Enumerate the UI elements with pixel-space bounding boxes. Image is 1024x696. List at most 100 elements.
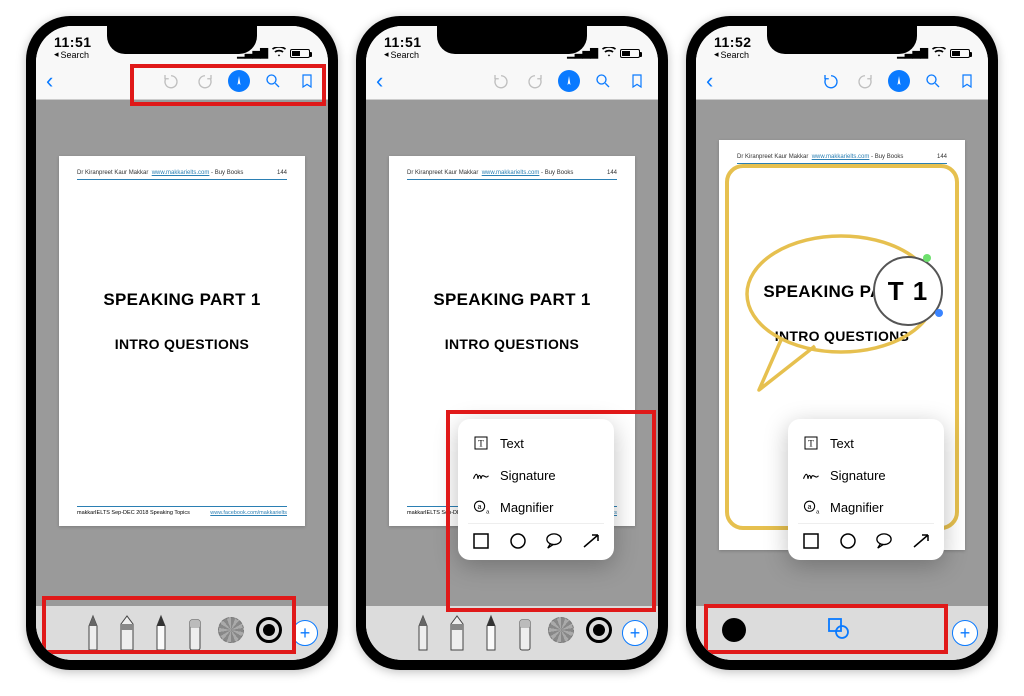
chevron-left-icon: ◂ [54, 49, 59, 60]
redo-icon[interactable] [854, 70, 876, 92]
pencil-tool[interactable] [150, 614, 172, 654]
battery-icon [950, 49, 970, 58]
chevron-left-icon: ◂ [714, 49, 719, 60]
marker-tool[interactable] [446, 614, 468, 654]
undo-icon[interactable] [820, 70, 842, 92]
lasso-tool[interactable] [548, 617, 574, 643]
signature-icon [472, 466, 490, 484]
svg-text:a: a [816, 510, 820, 515]
signature-icon [802, 466, 820, 484]
wifi-icon [932, 47, 946, 60]
redo-icon[interactable] [524, 70, 546, 92]
shape-arrow[interactable] [912, 532, 930, 550]
status-back-to-search[interactable]: ◂ Search [714, 49, 752, 60]
phone-frame-2: 11:51 ◂ Search ▁▃▅▇ ‹ [356, 16, 668, 670]
pencil-tool[interactable] [480, 614, 502, 654]
shape-speech-bubble[interactable] [545, 532, 563, 550]
nav-bar: ‹ [36, 62, 328, 100]
shape-speech-bubble[interactable] [875, 532, 893, 550]
color-picker[interactable] [256, 617, 282, 643]
doc-header-link[interactable]: www.makkarielts.com [152, 170, 210, 176]
popup-magnifier-option[interactable]: aa Magnifier [798, 491, 934, 523]
wifi-icon [272, 47, 286, 60]
battery-icon [290, 49, 310, 58]
popup-text-option[interactable]: T Text [798, 427, 934, 459]
add-annotation-popup: T Text Signature aa Magnifier [458, 419, 614, 560]
phone-frame-1: 11:51 ◂ Search ▁▃▅▇ ‹ [26, 16, 338, 670]
add-annotation-button[interactable]: + [292, 620, 318, 646]
undo-icon[interactable] [490, 70, 512, 92]
nav-bar: ‹ [696, 62, 988, 100]
bookmark-icon[interactable] [296, 70, 318, 92]
search-icon[interactable] [262, 70, 284, 92]
color-picker[interactable] [586, 617, 612, 643]
add-annotation-popup: T Text Signature aa Magnifier [788, 419, 944, 560]
search-icon[interactable] [592, 70, 614, 92]
magnifier-scale-handle[interactable] [923, 254, 931, 262]
back-button[interactable]: ‹ [376, 68, 383, 93]
doc-title-1: SPEAKING PART 1 [77, 290, 287, 310]
undo-icon[interactable] [160, 70, 182, 92]
phone-frame-3: 11:52 ◂ Search ▁▃▅▇ ‹ [686, 16, 998, 670]
doc-page-number: 144 [277, 170, 287, 176]
doc-author: Dr Kiranpreet Kaur Makkar [77, 170, 148, 176]
shape-style-button[interactable] [826, 616, 850, 645]
status-time: 11:52 [714, 34, 752, 50]
svg-text:T: T [808, 439, 814, 449]
eraser-tool[interactable] [184, 614, 206, 654]
markup-icon[interactable] [558, 70, 580, 92]
document-canvas[interactable]: Dr Kiranpreet Kaur Makkar www.makkarielt… [696, 100, 988, 606]
chevron-left-icon: ◂ [384, 49, 389, 60]
shape-rectangle[interactable] [802, 532, 820, 550]
document-page: Dr Kiranpreet Kaur Makkar www.makkarielt… [59, 156, 305, 526]
add-annotation-button[interactable]: + [952, 620, 978, 646]
notch [767, 26, 917, 54]
bookmark-icon[interactable] [956, 70, 978, 92]
redo-icon[interactable] [194, 70, 216, 92]
markup-icon[interactable] [228, 70, 250, 92]
text-icon: T [472, 434, 490, 452]
popup-magnifier-option[interactable]: aa Magnifier [468, 491, 604, 523]
shape-edit-toolbar: + [696, 606, 988, 660]
status-back-to-search[interactable]: ◂ Search [384, 49, 422, 60]
pen-tool[interactable] [82, 614, 104, 654]
popup-signature-option[interactable]: Signature [798, 459, 934, 491]
svg-text:T: T [478, 439, 484, 449]
svg-text:a: a [478, 502, 483, 511]
magnifier-annotation[interactable]: T 1 [873, 256, 943, 326]
text-icon: T [802, 434, 820, 452]
shape-circle[interactable] [839, 532, 857, 550]
marker-tool[interactable] [116, 614, 138, 654]
magnifier-zoom-handle[interactable] [935, 309, 943, 317]
popup-signature-option[interactable]: Signature [468, 459, 604, 491]
wifi-icon [602, 47, 616, 60]
battery-icon [620, 49, 640, 58]
search-icon[interactable] [922, 70, 944, 92]
shape-circle[interactable] [509, 532, 527, 550]
popup-text-option[interactable]: T Text [468, 427, 604, 459]
status-time: 11:51 [54, 34, 92, 50]
pen-tool[interactable] [412, 614, 434, 654]
back-button[interactable]: ‹ [46, 68, 53, 93]
svg-text:a: a [808, 502, 813, 511]
markup-toolbar: + [36, 606, 328, 660]
fill-color-picker[interactable] [722, 618, 746, 642]
magnifier-icon: aa [472, 498, 490, 516]
lasso-tool[interactable] [218, 617, 244, 643]
add-annotation-button[interactable]: + [622, 620, 648, 646]
document-canvas[interactable]: Dr Kiranpreet Kaur Makkar www.makkarielt… [366, 100, 658, 606]
back-button[interactable]: ‹ [706, 68, 713, 93]
markup-icon[interactable] [888, 70, 910, 92]
doc-footer-left: makkarIELTS Sep-DEC 2018 Speaking Topics [77, 510, 190, 516]
shape-rectangle[interactable] [472, 532, 490, 550]
status-back-to-search[interactable]: ◂ Search [54, 49, 92, 60]
status-time: 11:51 [384, 34, 422, 50]
doc-footer-link[interactable]: www.facebook.com/makkarielts [210, 510, 287, 516]
notch [437, 26, 587, 54]
shape-arrow[interactable] [582, 532, 600, 550]
magnifier-icon: aa [802, 498, 820, 516]
eraser-tool[interactable] [514, 614, 536, 654]
document-canvas[interactable]: Dr Kiranpreet Kaur Makkar www.makkarielt… [36, 100, 328, 606]
bookmark-icon[interactable] [626, 70, 648, 92]
notch [107, 26, 257, 54]
